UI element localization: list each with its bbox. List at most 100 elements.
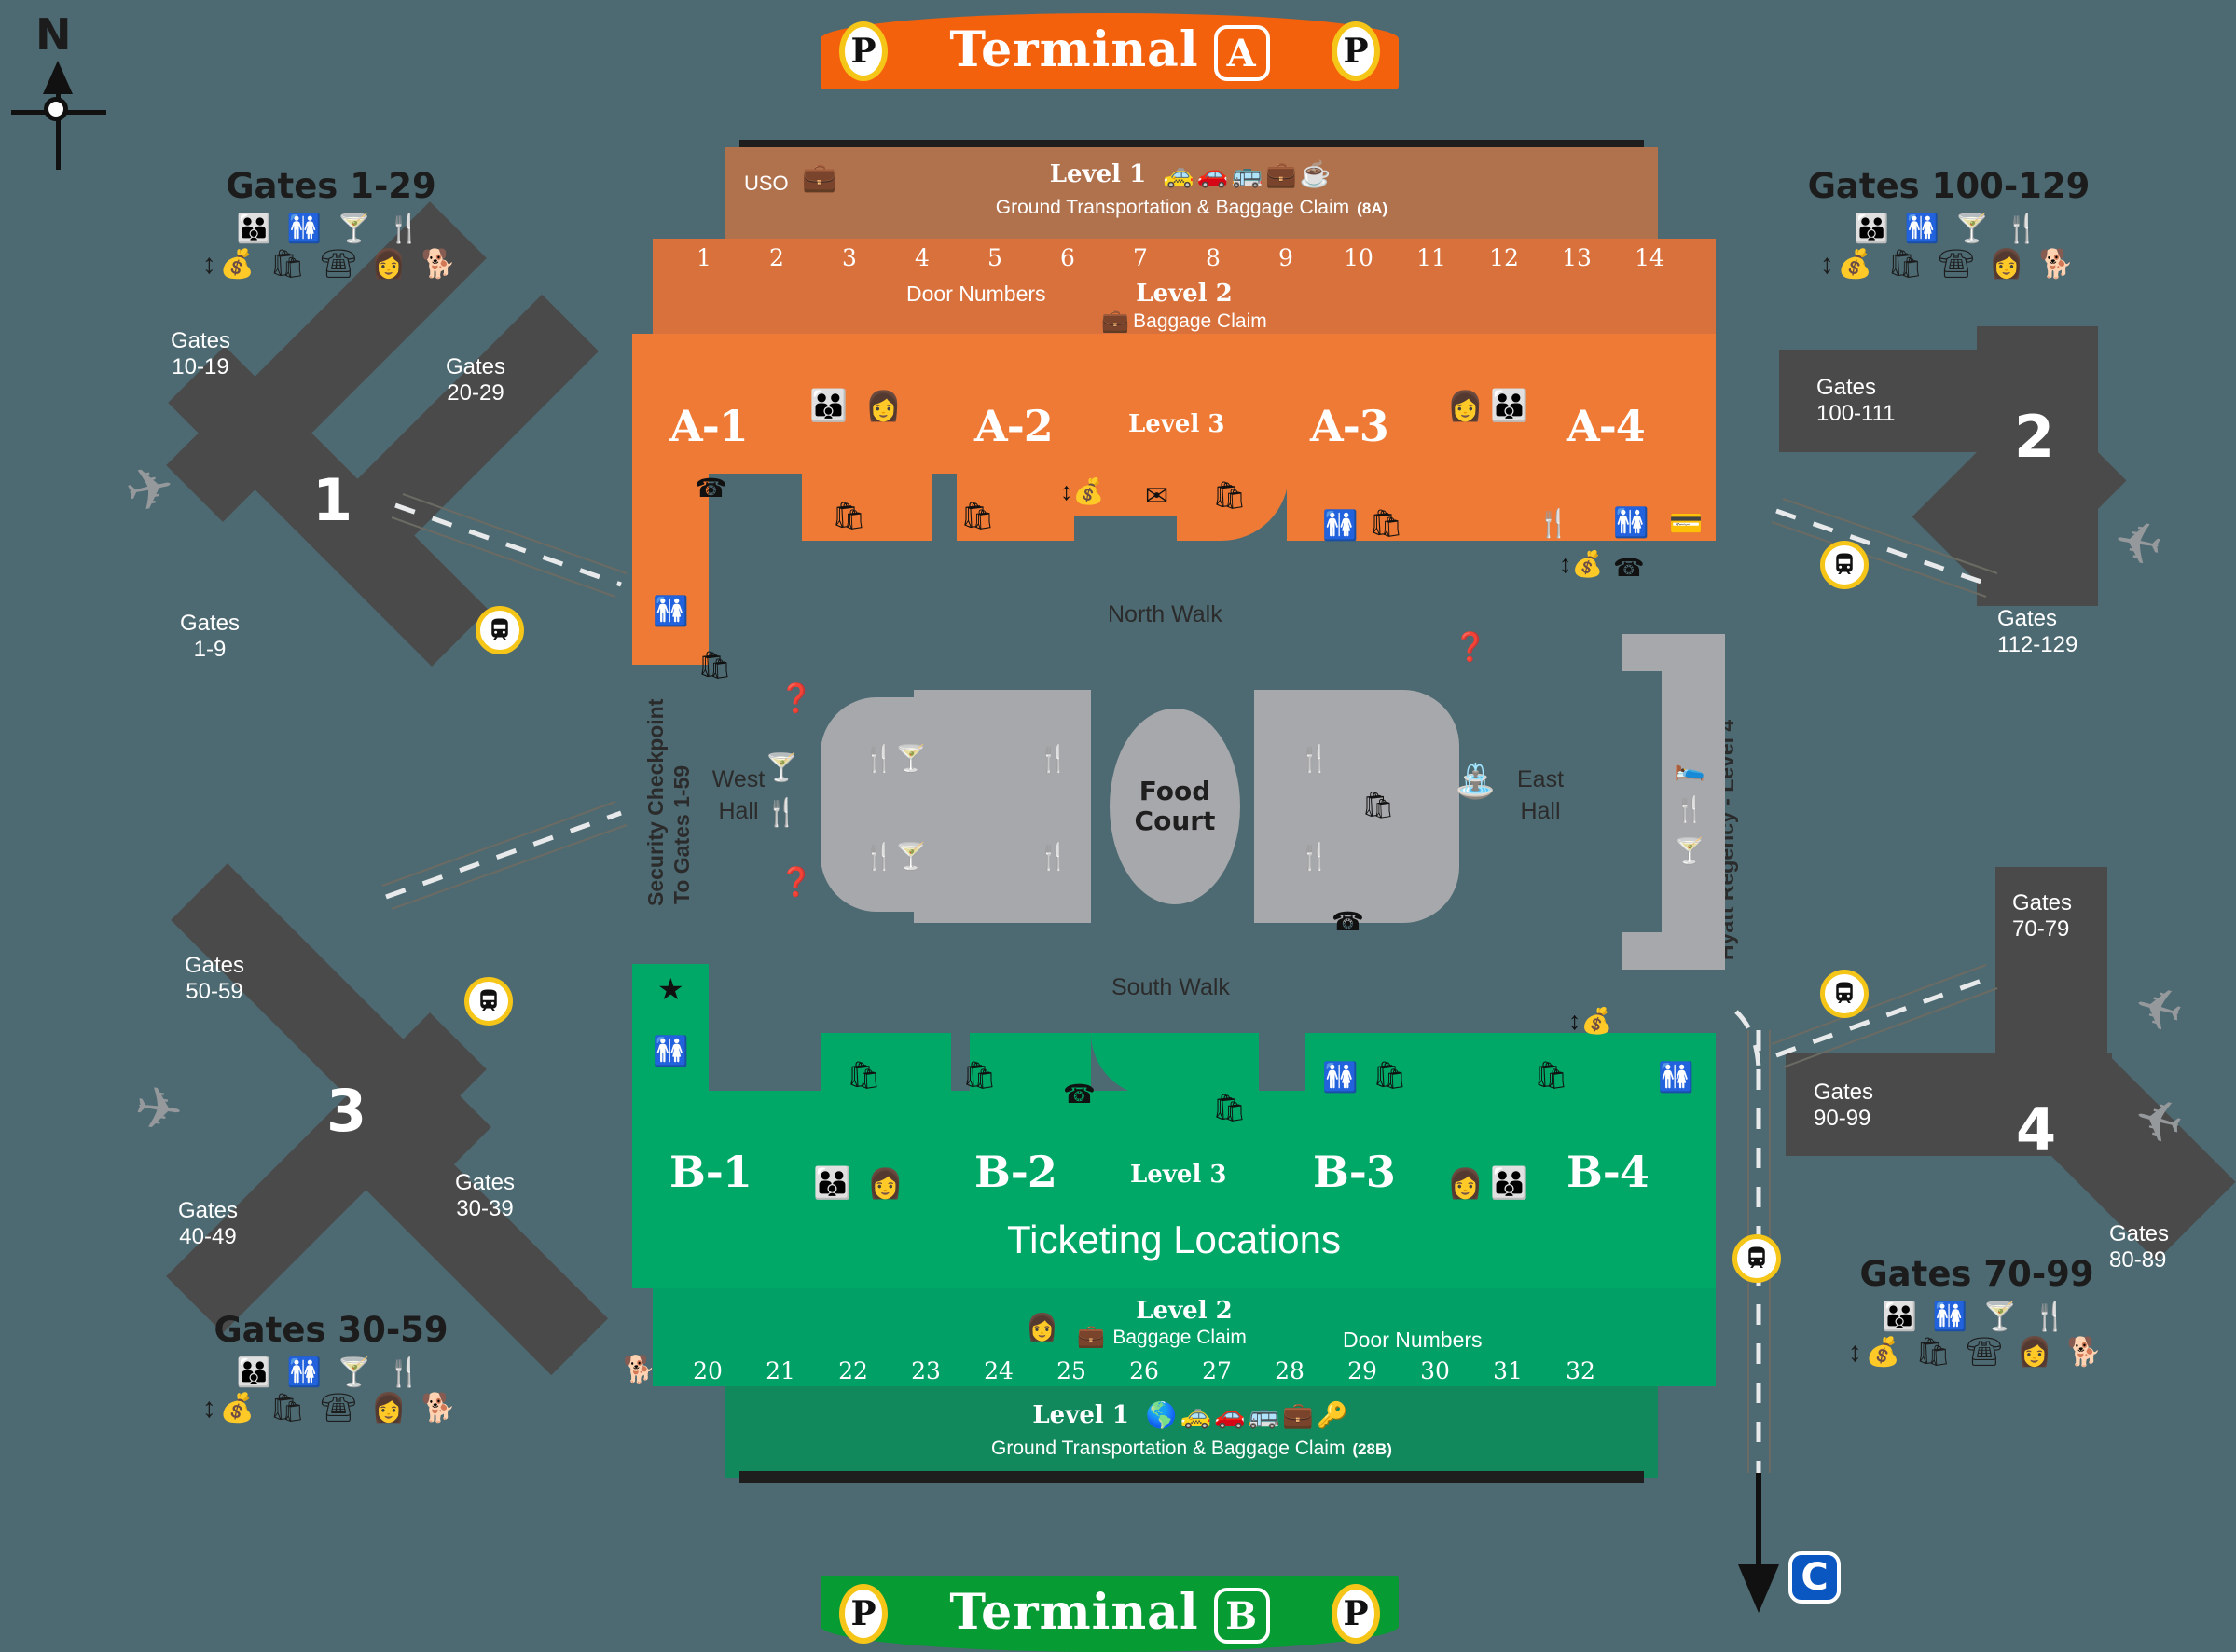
gate-amenity-row-2: ↕💰 🛍 ☎ 👩 🐕 <box>1847 1336 2106 1368</box>
terminal-a-level1-subtitle-row: Ground Transportation & Baggage Claim (8… <box>725 194 1658 222</box>
concourse-4-number: 4 <box>2016 1095 2057 1163</box>
terminal-a-lobe-1 <box>802 474 932 541</box>
terminal-b-level1-subtitle-row: Ground Transportation & Baggage Claim (2… <box>725 1435 1658 1463</box>
train-icon <box>1836 982 1853 1003</box>
door-number: 3 <box>842 244 857 271</box>
concourse-2-number: 2 <box>2014 403 2055 471</box>
terminal-a-level3-block <box>632 334 1716 474</box>
train-station-marker-1[interactable] <box>476 606 524 654</box>
terminal-a-level2-title-row: Level 2 <box>653 278 1716 310</box>
shops-icon-b-5: 🛍 <box>1534 1061 1568 1091</box>
security-checkpoint-west-line1: Security Checkpoint <box>643 698 668 906</box>
ticketing-locations-label: Ticketing Locations <box>1007 1218 1341 1261</box>
terminal-a-letter-badge: A <box>1213 25 1270 82</box>
terminal-a-banner: P Terminal A P <box>821 13 1399 89</box>
shops-icon-b-3: 🛍 <box>1212 1094 1247 1123</box>
parking-marker-right-b[interactable]: P <box>1332 1584 1380 1644</box>
gate-group-heading-100-129: Gates 100-129 <box>1807 166 2091 206</box>
door-number: 5 <box>987 244 1002 271</box>
door-number: 7 <box>1133 244 1148 271</box>
terminal-b-curve <box>1091 1033 1203 1096</box>
door-number: 12 <box>1489 244 1519 271</box>
train-station-marker-2[interactable] <box>1820 541 1869 589</box>
train-station-marker-b[interactable] <box>1732 1234 1781 1283</box>
concourse-3-label-30-39: Gates 30-39 <box>454 1170 516 1221</box>
ground-transport-icons-b: 🌎🚕🚗🚌💼🔑 <box>1145 1401 1351 1429</box>
compass-north-label: N <box>35 9 72 60</box>
train-station-marker-3[interactable] <box>464 977 513 1026</box>
compass-north-arrow-icon <box>43 61 73 94</box>
parking-marker-left-b[interactable]: P <box>839 1584 888 1644</box>
nursing-room-icon-b-left: 👩 <box>867 1167 904 1200</box>
gate-amenity-row-2: ↕💰 🛍 ☎ 👩 🐕 <box>1819 248 2078 280</box>
airplane-icon-3: ✈ <box>131 1070 188 1142</box>
gate-amenity-row-1: 👪 🚻 🍸 🍴 <box>236 213 426 244</box>
airplane-icon-4a: ✈ <box>2127 969 2191 1044</box>
train-station-marker-4[interactable] <box>1820 970 1869 1018</box>
door-number: 29 <box>1347 1357 1377 1384</box>
concourse-1-label-20-29: Gates 20-29 <box>445 354 506 406</box>
food-court-text: Food Court <box>1134 775 1216 836</box>
telephone-icon-a-east: ☎ <box>1613 554 1645 582</box>
nursing-room-icon-a-left: 👩 <box>865 390 902 422</box>
shops-icon-b-2: 🛍 <box>962 1061 997 1091</box>
shops-icon-a-4: 🛍 <box>1369 509 1403 539</box>
gate-amenity-row-1: 👪 🚻 🍸 🍴 <box>1882 1301 2072 1332</box>
concourse-1-label-1-9: Gates 1-9 <box>179 611 241 662</box>
terminal-b-level1-title-row: Level 1 🌎🚕🚗🚌💼🔑 <box>725 1399 1658 1431</box>
east-hall-shape <box>1254 690 1459 923</box>
restrooms-icon-b-westwing: 🚻 <box>653 1035 689 1067</box>
door-number: 4 <box>915 244 930 271</box>
concourse-3-number: 3 <box>326 1077 367 1145</box>
door-number: 14 <box>1635 244 1664 271</box>
family-restroom-icon-a-left: 👪 <box>809 388 849 422</box>
east-hall-label: East Hall <box>1503 764 1578 828</box>
parking-marker-left-a[interactable]: P <box>839 21 888 81</box>
terminal-b-title-text: Terminal <box>949 1583 1199 1641</box>
concourse-label-b4: B-4 <box>1567 1147 1649 1197</box>
door-number: 22 <box>838 1357 868 1384</box>
terminal-b-letter-badge: B <box>1213 1588 1270 1645</box>
terminal-a-level2-subtitle: Baggage Claim <box>1133 310 1267 332</box>
terminal-b-level1-subtitle: Ground Transportation & Baggage Claim <box>991 1438 1346 1459</box>
terminal-a-title-text: Terminal <box>949 21 1199 78</box>
terminal-c-marker[interactable]: C <box>1788 1551 1841 1604</box>
terminal-b-level1-band: Level 1 🌎🚕🚗🚌💼🔑 Ground Transportation & B… <box>725 1386 1658 1478</box>
concourse-label-b1: B-1 <box>669 1147 752 1197</box>
elevator-icon-a-center: ↕💰 <box>1060 477 1105 505</box>
restaurant-icon-hall-5: 🍴 <box>1298 744 1331 773</box>
restaurant-icon-hall-1: 🍴🍸 <box>863 744 928 773</box>
north-walk-label: North Walk <box>1108 601 1222 627</box>
gate-amenity-row-1: 👪 🚻 🍸 🍴 <box>1854 213 2044 244</box>
mail-icon-a: ✉ <box>1145 481 1169 512</box>
door-number: 21 <box>766 1357 795 1384</box>
west-hall-shape-left <box>821 697 923 912</box>
ground-transport-icons: 🚕🚗🚌💼☕ <box>1163 160 1334 188</box>
nursing-room-icon-b-level2: 👩 <box>1026 1313 1058 1342</box>
shops-icon-a-westwing: 🛍 <box>697 651 732 681</box>
concourse-label-a4: A-4 <box>1567 401 1646 451</box>
gate-group-icons-1-29: 👪 🚻 🍸 🍴 ↕💰 🛍 ☎ 👩 🐕 <box>177 212 485 282</box>
shops-icon-b-1: 🛍 <box>847 1061 881 1091</box>
terminal-b-door-numbers-label: Door Numbers <box>1343 1328 1483 1352</box>
door-number: 24 <box>984 1357 1014 1384</box>
information-icon-west-top: ❓ <box>779 683 814 714</box>
restrooms-icon-a-center: 🚻 <box>1322 509 1359 542</box>
parking-marker-right-a[interactable]: P <box>1332 21 1380 81</box>
door-number: 11 <box>1416 244 1446 271</box>
shops-icon-b-4: 🛍 <box>1373 1061 1407 1091</box>
concourse-4-label-70-79: Gates 70-79 <box>2012 890 2073 942</box>
bar-icon-hyatt: 🍸 <box>1674 837 1705 865</box>
nursing-room-icon-a-right: 👩 <box>1447 390 1484 422</box>
terminal-a-level2-band: 1 2 3 4 5 6 7 8 9 10 11 12 13 14 Door Numbers Level 2… <box>653 239 1716 337</box>
restrooms-icon-a-westwing: 🚻 <box>653 595 689 627</box>
door-number: 27 <box>1202 1357 1232 1384</box>
fountain-icon: ⛲ <box>1455 762 1497 800</box>
family-restroom-icon-a-right: 👪 <box>1490 388 1529 422</box>
terminal-b-level2-title-row: Level 2 <box>653 1296 1716 1326</box>
west-hall-text: West Hall <box>711 766 766 824</box>
terminal-b-level2-band: Level 2 💼 Baggage Claim Door Numbers 20 2… <box>653 1288 1716 1386</box>
restrooms-icon-b-center: 🚻 <box>1322 1061 1359 1094</box>
restaurant-icon-west: 🍴 <box>765 798 799 828</box>
terminal-b-floor-cap <box>739 1471 1644 1483</box>
